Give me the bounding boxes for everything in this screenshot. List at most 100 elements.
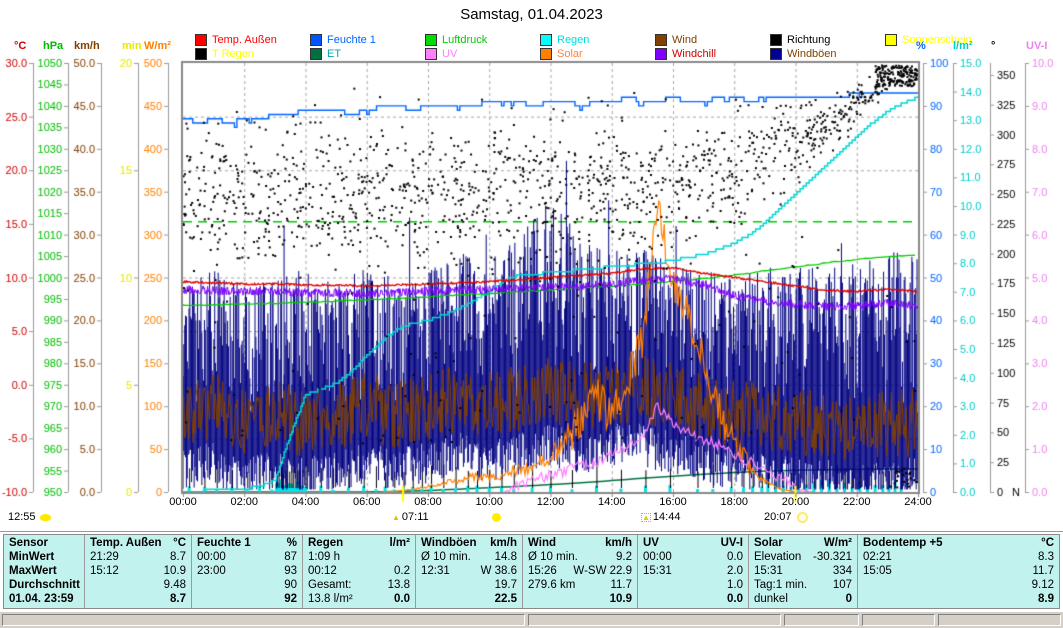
stats-cell-value: 90 bbox=[284, 578, 297, 592]
stats-col-name: Bodentemp +5 bbox=[863, 536, 943, 550]
stats-cell-label: 15:26 bbox=[528, 564, 557, 578]
x-tick-label: 16:00 bbox=[651, 496, 695, 508]
stats-col-name: UV bbox=[643, 536, 659, 550]
stats-col-name: Solar bbox=[754, 536, 783, 550]
legend-color-box bbox=[655, 34, 667, 46]
stats-cell-value: W-SW 22.9 bbox=[573, 564, 632, 578]
sun-marker bbox=[492, 513, 501, 522]
page-title: Samstag, 01.04.2023 bbox=[0, 6, 1063, 23]
axis-unit-left-0: °C bbox=[14, 40, 26, 52]
axis-unit-left-1: hPa bbox=[43, 40, 63, 52]
x-tick-label: 02:00 bbox=[222, 496, 266, 508]
axis-unit-right-3: UV-I bbox=[1026, 40, 1047, 52]
stats-cell-value: 1.0 bbox=[727, 578, 743, 592]
weather-app-window: { "window": { "title": "Samstag, 01.04.2… bbox=[0, 0, 1063, 628]
stats-cell-value: 14.8 bbox=[495, 550, 517, 564]
status-panel-1 bbox=[528, 614, 781, 626]
stats-cell-label: 12:31 bbox=[421, 564, 450, 578]
stats-col-unit: UV-I bbox=[721, 536, 743, 550]
stats-cell-value: 92 bbox=[284, 592, 297, 606]
legend-item-t-regen[interactable]: T Regen bbox=[195, 47, 254, 60]
sunrise-time: 07:11 bbox=[402, 511, 429, 523]
axis-unit-right-2: ° bbox=[991, 40, 995, 52]
legend-label: Windchill bbox=[672, 48, 716, 60]
legend-item-wind[interactable]: Wind bbox=[655, 33, 697, 46]
moonrise-time-label: ▲ 14:44 bbox=[641, 511, 680, 523]
stats-col-name: Windböen bbox=[421, 536, 476, 550]
axis-unit-left-4: W/m² bbox=[144, 40, 171, 52]
x-tick-label: 00:00 bbox=[161, 496, 205, 508]
stats-col-name: Temp. Außen bbox=[90, 536, 162, 550]
stats-col-unit: °C bbox=[173, 536, 186, 550]
stats-cell-value: 8.3 bbox=[1038, 550, 1054, 564]
legend-label: Richtung bbox=[787, 34, 830, 46]
stats-col-bodentemp-5: Bodentemp +5°C02:218.315:0511.79.128.9 bbox=[857, 535, 1059, 608]
legend-label: Solar bbox=[557, 48, 583, 60]
x-tick-label: 12:00 bbox=[529, 496, 573, 508]
legend-item-luftdruck[interactable]: Luftdruck bbox=[425, 33, 487, 46]
stats-cell-value: 9.48 bbox=[164, 578, 186, 592]
stats-col-temp-au-en: Temp. Außen°C21:298.715:1210.99.488.7 bbox=[84, 535, 191, 608]
stats-cell-label: 279.6 km bbox=[528, 578, 575, 592]
sunset-icon bbox=[797, 512, 808, 523]
stats-cell-value: 11.7 bbox=[1032, 564, 1054, 578]
stats-cell-value: 334 bbox=[833, 564, 852, 578]
stats-cell-label: 23:00 bbox=[197, 564, 226, 578]
stats-col-uv: UVUV-I00:000.015:312.01.00.0 bbox=[637, 535, 748, 608]
legend-item-windb-en[interactable]: Windböen bbox=[770, 47, 837, 60]
moon-time-label: 12:55 bbox=[8, 511, 51, 523]
stats-cell-label: 21:29 bbox=[90, 550, 119, 564]
stats-cell-value: -30.321 bbox=[813, 550, 852, 564]
stats-col-unit: km/h bbox=[490, 536, 517, 550]
legend-item-feuchte-1[interactable]: Feuchte 1 bbox=[310, 33, 376, 46]
x-tick-label: 18:00 bbox=[712, 496, 756, 508]
stats-cell-value: 0.0 bbox=[394, 592, 410, 606]
stats-cell-label: 00:00 bbox=[643, 550, 672, 564]
status-bar bbox=[0, 611, 1063, 628]
legend-item-uv[interactable]: UV bbox=[425, 47, 457, 60]
stats-cell-label: 13.8 l/m² bbox=[308, 592, 353, 606]
stats-col-name: Feuchte 1 bbox=[197, 536, 251, 550]
legend-color-box bbox=[425, 48, 437, 60]
legend-item-solar[interactable]: Solar bbox=[540, 47, 583, 60]
stats-cell-value: 0.0 bbox=[727, 550, 743, 564]
stats-col-feuchte-1: Feuchte 1%00:008723:00939092 bbox=[191, 535, 302, 608]
stats-cell-label: 1:09 h bbox=[308, 550, 340, 564]
stats-cell-value: 10.9 bbox=[610, 592, 632, 606]
status-panel-3 bbox=[862, 614, 935, 626]
legend-item-temp-au-en[interactable]: Temp. Außen bbox=[195, 33, 277, 46]
x-tick-label: 08:00 bbox=[406, 496, 450, 508]
legend-color-box bbox=[770, 34, 782, 46]
stats-col-wind: Windkm/hØ 10 min.9.215:26W-SW 22.9279.6 … bbox=[522, 535, 637, 608]
sunset-time-label: 20:07 bbox=[764, 511, 808, 523]
legend-label: Feuchte 1 bbox=[327, 34, 376, 46]
legend-item-regen[interactable]: Regen bbox=[540, 33, 589, 46]
stats-cell-label: 15:31 bbox=[643, 564, 672, 578]
stats-cell-label: 15:31 bbox=[754, 564, 783, 578]
axis-unit-left-2: km/h bbox=[74, 40, 100, 52]
stats-cell-label: 00:12 bbox=[308, 564, 337, 578]
legend-label: Regen bbox=[557, 34, 589, 46]
moonrise-icon: ▲ bbox=[641, 513, 651, 522]
status-panel-4 bbox=[938, 614, 1061, 626]
stats-cell-label: 15:05 bbox=[863, 564, 892, 578]
legend-item-et[interactable]: ET bbox=[310, 47, 341, 60]
stats-cell-value: 87 bbox=[284, 550, 297, 564]
moon-icon bbox=[40, 514, 51, 521]
legend-color-box bbox=[885, 34, 897, 46]
axis-unit-right-1: l/m² bbox=[953, 40, 973, 52]
x-tick-label: 04:00 bbox=[284, 496, 328, 508]
weather-chart-canvas bbox=[0, 0, 1063, 533]
x-tick-label: 06:00 bbox=[345, 496, 389, 508]
sunset-time: 20:07 bbox=[764, 511, 792, 523]
x-tick-label: 14:00 bbox=[590, 496, 634, 508]
legend-color-box bbox=[655, 48, 667, 60]
stats-cell-value: 13.8 bbox=[388, 578, 410, 592]
legend-label: Windböen bbox=[787, 48, 837, 60]
legend-item-richtung[interactable]: Richtung bbox=[770, 33, 830, 46]
stats-cell-value: 8.9 bbox=[1038, 592, 1054, 606]
stats-cell-value: 10.9 bbox=[164, 564, 186, 578]
stats-col-regen: Regenl/m²1:09 h00:120.2Gesamt:13.813.8 l… bbox=[302, 535, 415, 608]
legend-item-windchill[interactable]: Windchill bbox=[655, 47, 716, 60]
stats-col-name: Regen bbox=[308, 536, 343, 550]
